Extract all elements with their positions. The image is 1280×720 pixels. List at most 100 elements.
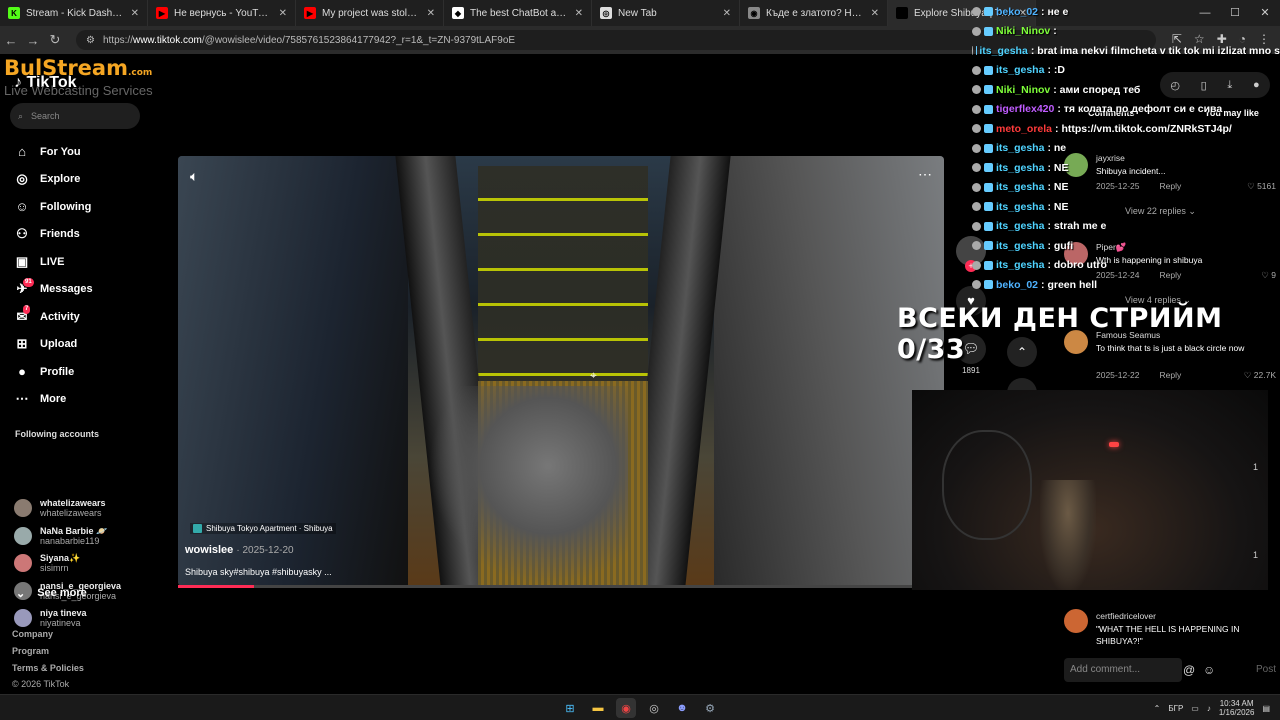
chat-message: its_gesha : dobro utro [972, 256, 1280, 276]
browser-tab[interactable]: ▶ Не вернусь - YouTube ✕ [148, 0, 296, 26]
chat-text: : ами според теб [1053, 83, 1141, 96]
tab-close-icon[interactable]: ✕ [723, 8, 731, 19]
browser-tab[interactable]: ◎ New Tab ✕ [592, 0, 740, 26]
see-more-button[interactable]: ⌄ See more [16, 587, 87, 600]
chat-message: beko_02 : не е [972, 2, 1280, 22]
nav-icon: ▣ [15, 253, 29, 269]
tab-close-icon[interactable]: ✕ [279, 8, 287, 19]
footer-company-link[interactable]: Company [12, 629, 53, 639]
add-comment-input[interactable]: Add comment... [1064, 658, 1182, 682]
nav-item-messages[interactable]: ✈ 91 Messages [14, 276, 93, 304]
chat-username: its_gesha [996, 161, 1045, 174]
tab-title: Не вернусь - YouTube [174, 7, 273, 19]
video-player[interactable]: 🔈︎ ⋯ Shibuya Tokyo Apartment · Shibuya w… [178, 156, 944, 586]
start-icon[interactable]: ⊞ [560, 698, 580, 718]
footer-terms-link[interactable]: Terms & Policies [12, 663, 84, 673]
tab-favicon-icon: ◎ [600, 7, 612, 19]
emoji-icon[interactable]: ☺ [1203, 663, 1215, 677]
nav-item-more[interactable]: ⋯ More [14, 386, 93, 414]
webcam-chair [942, 430, 1032, 540]
footer-program-link[interactable]: Program [12, 646, 49, 656]
video-author[interactable]: wowislee · 2025-12-20 [185, 544, 294, 556]
video-progress-bar[interactable] [178, 585, 942, 588]
chat-message: beko_02 : green hell [972, 275, 1280, 295]
obs-icon[interactable]: ◎ [644, 698, 664, 718]
webcam-streamer [1040, 480, 1096, 590]
back-icon[interactable]: ← [0, 33, 22, 48]
browser-tab[interactable]: ▶ My project was stolen and sold ✕ [296, 0, 444, 26]
commenter-name[interactable]: certfiedricelover [1096, 611, 1156, 621]
volume-tray-icon[interactable]: ♪ [1207, 704, 1211, 713]
file-explorer-icon[interactable]: ▬ [588, 698, 608, 718]
post-button[interactable]: Post [1256, 664, 1276, 675]
tab-close-icon[interactable]: ✕ [131, 8, 139, 19]
following-account[interactable]: whatelizawears whatelizawears [14, 498, 106, 518]
comment-count: 1891 [962, 366, 980, 375]
nav-item-upload[interactable]: ⊞ Upload [14, 331, 93, 359]
nav-badge: 91 [23, 277, 34, 287]
chat-username: beko_02 [996, 278, 1039, 291]
tab-title: My project was stolen and sold [322, 7, 421, 19]
nav-label: Following [40, 200, 92, 213]
notifications-icon[interactable]: ▤ [1262, 704, 1270, 713]
chat-badge-icon [972, 104, 981, 114]
chat-username: its_gesha [996, 200, 1045, 213]
chat-username: tigerflex420 [996, 103, 1055, 116]
following-account[interactable]: Siyana✨ sisimrn [14, 553, 80, 573]
nav-label: Upload [40, 338, 78, 351]
comment-likes[interactable]: ♡ 22.7K [1244, 370, 1276, 381]
nav-label: More [40, 393, 67, 406]
language-indicator[interactable]: БГР [1168, 704, 1183, 713]
chat-username: its_gesha [996, 259, 1045, 272]
chat-message: its_gesha : gufi [972, 236, 1280, 256]
nav-item-following[interactable]: ☺ Following [14, 193, 93, 221]
site-info-icon[interactable]: ⚙ [86, 35, 95, 46]
system-clock[interactable]: 10:34 AM 1/16/2026 [1219, 699, 1255, 717]
mention-icon[interactable]: @ [1183, 663, 1195, 677]
search-input[interactable]: ⌕ Search [10, 103, 140, 129]
tab-close-icon[interactable]: ✕ [575, 8, 583, 19]
account-name: NaNa Barbie 🪐 [40, 525, 108, 536]
chat-text: : dobro utro [1047, 259, 1107, 272]
windows-taskbar: ⊞ ▬ ◉ ◎ ☻ ⚙ ⌃ БГР ▭ ♪ 10:34 AM 1/16/2026… [0, 694, 1280, 720]
following-account[interactable]: NaNa Barbie 🪐 nanabarbie119 [14, 526, 107, 546]
chat-message: its_gesha : ne [972, 139, 1280, 159]
stream-chat-overlay: beko_02 : не е Niki_Ninov : its_gesha : b… [972, 2, 1280, 295]
chat-badge-icon [972, 221, 981, 231]
nav-item-live[interactable]: ▣ LIVE [14, 248, 93, 276]
volume-icon[interactable]: 🔈︎ [190, 168, 198, 185]
comment-text: "WHAT THE HELL IS HAPPENING IN SHIBUYA?!… [1096, 624, 1240, 646]
video-progress-fill [178, 585, 255, 588]
following-account[interactable]: niya tineva niyatineva [14, 608, 87, 628]
nav-item-activity[interactable]: ✉ 7 Activity [14, 303, 93, 331]
bulstream-tagline: Live Webcasting Services [4, 83, 153, 98]
browser-tab[interactable]: ◆ The best ChatBot and Widgets ✕ [444, 0, 592, 26]
network-icon[interactable]: ▭ [1191, 704, 1199, 713]
browser-tab[interactable]: ◉ Къде е златото? Ново риалити ✕ [740, 0, 888, 26]
nav-label: Messages [40, 283, 93, 296]
tray-chevron-icon[interactable]: ⌃ [1154, 704, 1161, 713]
commenter-avatar[interactable] [1064, 609, 1088, 633]
tab-close-icon[interactable]: ✕ [427, 8, 435, 19]
video-more-icon[interactable]: ⋯ [918, 166, 932, 183]
steam-icon[interactable]: ⚙ [700, 698, 720, 718]
chrome-icon[interactable]: ◉ [616, 698, 636, 718]
nav-item-profile[interactable]: ● Profile [14, 358, 93, 386]
reload-icon[interactable]: ↻ [44, 32, 66, 48]
video-scene-escalator-steps [478, 166, 648, 386]
video-location-tag[interactable]: Shibuya Tokyo Apartment · Shibuya [190, 523, 336, 534]
avatar [14, 526, 32, 545]
discord-icon[interactable]: ☻ [672, 698, 692, 718]
nav-item-explore[interactable]: ◎ Explore [14, 166, 93, 194]
browser-tab[interactable]: K Stream - Kick Dashboard ✕ [0, 0, 148, 26]
webcam-red-light [1109, 442, 1119, 447]
nav-item-for-you[interactable]: ⌂ For You [14, 138, 93, 166]
nav-item-friends[interactable]: ⚇ Friends [14, 221, 93, 249]
chat-badge-icon [972, 241, 981, 251]
chat-sub-badge-icon [984, 221, 993, 231]
forward-icon[interactable]: → [22, 33, 44, 48]
chat-sub-badge-icon [984, 280, 993, 290]
webcam-label-2: 1 [1252, 550, 1258, 560]
tab-close-icon[interactable]: ✕ [871, 8, 879, 19]
reply-button[interactable]: Reply [1159, 370, 1181, 380]
